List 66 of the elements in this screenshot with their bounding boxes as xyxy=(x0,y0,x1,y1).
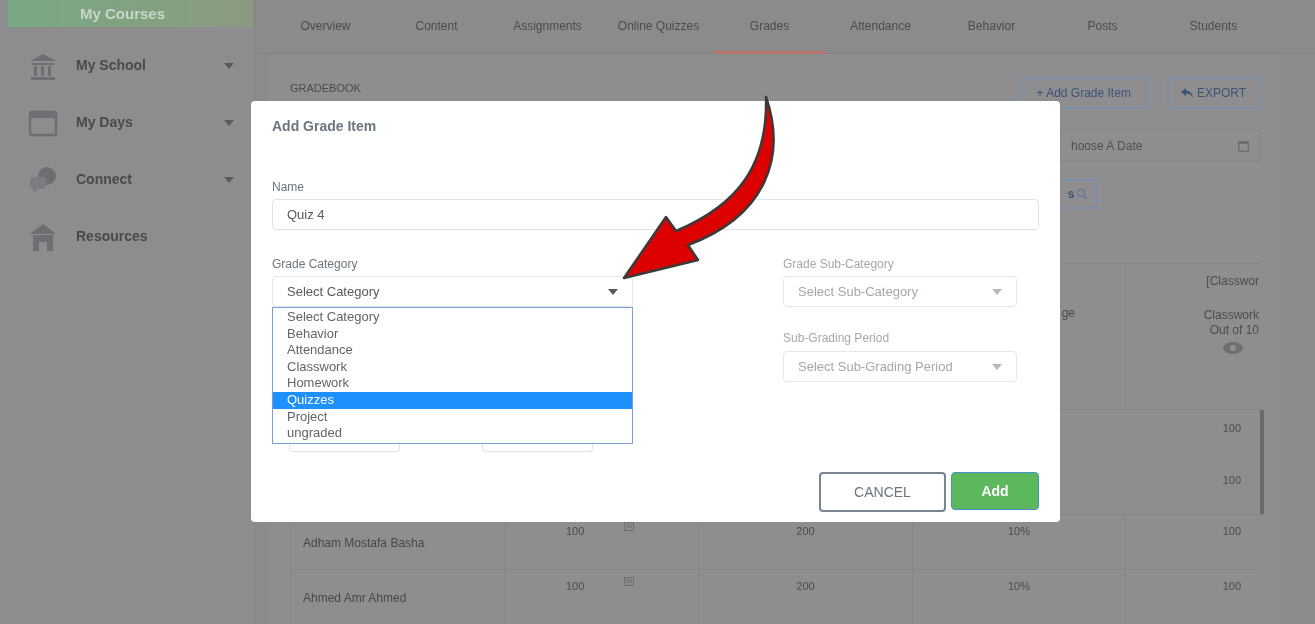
comment-icon xyxy=(624,577,635,586)
dialog-title: Add Grade Item xyxy=(272,117,378,136)
sidebar-item[interactable]: My Days xyxy=(8,94,254,151)
sidebar-item[interactable]: Connect xyxy=(8,151,254,208)
caret-icon xyxy=(224,62,234,69)
caret-icon xyxy=(224,176,234,183)
reply-icon xyxy=(1180,87,1193,98)
sidebar-header[interactable]: My Courses xyxy=(8,0,253,27)
export-button[interactable]: EXPORT xyxy=(1166,76,1260,109)
caret-icon xyxy=(992,288,1002,295)
field-label: Name xyxy=(272,179,305,196)
tab[interactable]: Overview xyxy=(270,0,381,54)
field-label: Sub-Grading Period xyxy=(783,330,891,347)
section-title: GRADEBOOK xyxy=(290,81,362,97)
tab[interactable]: Online Quizzes xyxy=(603,0,714,54)
tab[interactable]: Behavior xyxy=(936,0,1047,54)
tab[interactable]: Assignments xyxy=(492,0,603,54)
table-cell-text: 10% xyxy=(1008,524,1030,539)
calendar-icon xyxy=(1238,140,1249,153)
sidebar-item[interactable]: My School xyxy=(8,37,254,94)
calendar-icon xyxy=(28,108,58,137)
table-cell-text: 200 xyxy=(796,579,815,594)
date-field[interactable]: hoose A Date xyxy=(1060,130,1260,163)
comment-icon xyxy=(624,522,635,531)
table-cell-text: 100 xyxy=(1222,579,1241,594)
dropdown-option[interactable]: Quizzes xyxy=(273,391,632,409)
dropdown-option[interactable]: Classwork xyxy=(273,358,632,376)
table-cell-text: 100 xyxy=(566,579,585,594)
add-button[interactable]: Add xyxy=(951,472,1039,510)
field-label: Grade Sub-Category xyxy=(783,256,895,273)
tab[interactable]: Students xyxy=(1158,0,1269,54)
search-icon xyxy=(1076,188,1089,201)
table-cell-text: 100 xyxy=(1222,473,1241,488)
name-field[interactable]: Quiz 4 xyxy=(272,199,1039,230)
sidebar-item[interactable]: Resources xyxy=(8,208,254,265)
dropdown-option[interactable]: ungraded xyxy=(273,425,632,442)
house-icon xyxy=(28,221,58,252)
student-name: Ahmed Amr Ahmed xyxy=(303,590,407,607)
scrollbar[interactable] xyxy=(1260,462,1264,514)
dropdown-option[interactable]: Homework xyxy=(273,375,632,392)
scrollbar[interactable] xyxy=(1260,410,1264,462)
table-cell-text: 10% xyxy=(1008,579,1030,594)
tab[interactable]: Posts xyxy=(1047,0,1158,54)
table-cell-text: 200 xyxy=(796,524,815,539)
tab[interactable]: Content xyxy=(381,0,492,54)
column-header: ge xyxy=(1061,304,1075,322)
column-header: [Classwor xyxy=(1206,273,1259,290)
student-name: Adham Mostafa Basha xyxy=(303,535,425,552)
dropdown-option[interactable]: Project xyxy=(273,408,632,426)
field-label: Grade Category xyxy=(272,256,359,273)
eye-icon xyxy=(1223,342,1243,354)
category-select[interactable]: Select Category xyxy=(272,276,633,307)
chat-bubbles-icon xyxy=(28,164,58,195)
table-cell-text: 100 xyxy=(1222,524,1241,539)
dropdown-option[interactable]: Behavior xyxy=(273,325,632,343)
dropdown-option[interactable]: Select Category xyxy=(273,309,632,326)
caret-icon xyxy=(224,119,234,126)
table-cell-text: 100 xyxy=(566,524,585,539)
caret-icon xyxy=(992,363,1002,370)
dropdown-option[interactable]: Attendance xyxy=(273,342,632,359)
caret-icon xyxy=(608,288,618,295)
tab[interactable]: Attendance xyxy=(825,0,936,54)
column-subtitle: Out of 10 xyxy=(1209,323,1259,338)
cancel-button[interactable]: CANCEL xyxy=(819,472,946,512)
table-cell-text: 100 xyxy=(1222,421,1241,436)
column-label: Classwork xyxy=(1203,308,1259,323)
